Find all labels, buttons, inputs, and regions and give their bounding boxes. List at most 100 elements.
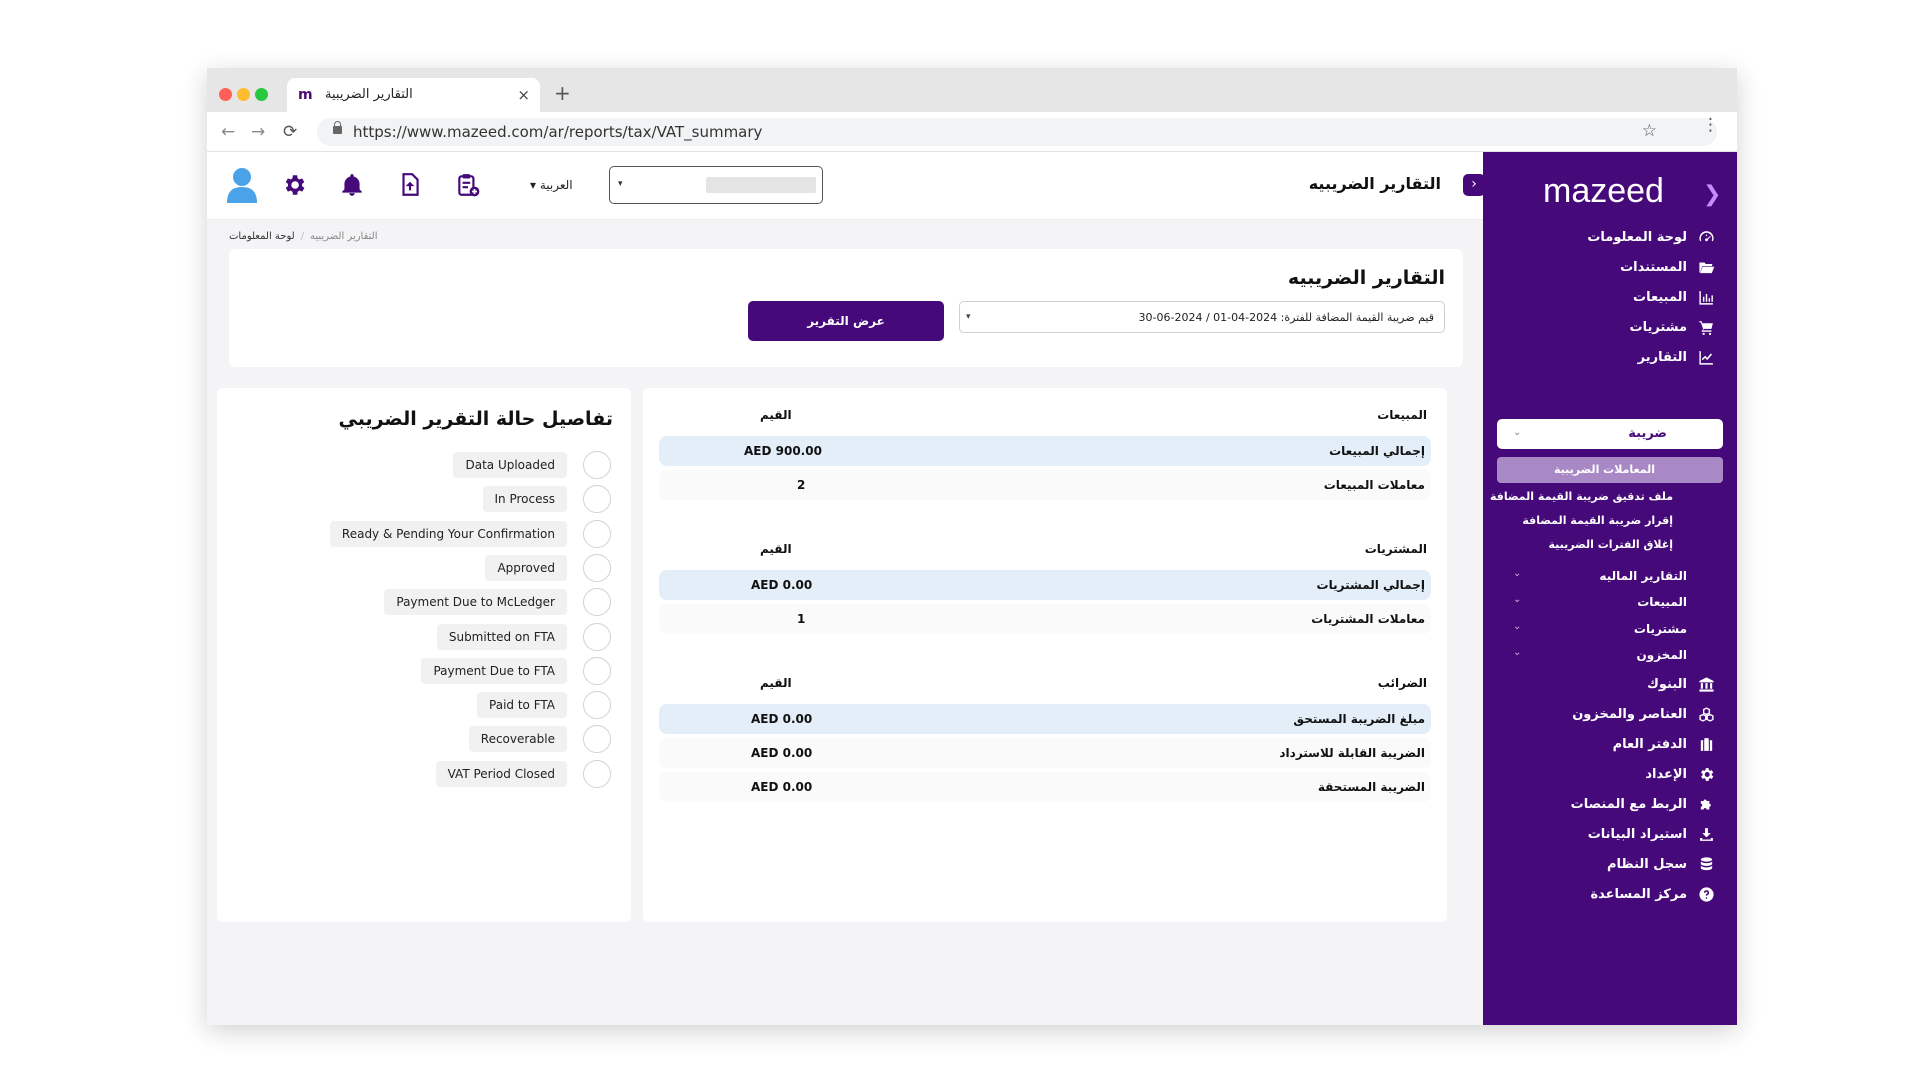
summary-row-value: AED 0.00 — [751, 780, 813, 794]
summary-row-label: إجمالي المشتريات — [1316, 578, 1425, 592]
sidebar-item-0[interactable]: لوحة المعلومات — [1587, 226, 1715, 248]
chevron-down-icon: ▾ — [966, 312, 971, 322]
sidebar-group-1[interactable]: ⌄ المبيعات — [1483, 592, 1737, 614]
sidebar-item-2[interactable]: المبيعات — [1633, 286, 1715, 308]
status-step: Payment Due to FTA — [251, 656, 611, 687]
back-icon[interactable]: ← — [221, 122, 235, 142]
sidebar-item-tax-transactions[interactable]: المعاملات الضريبية — [1497, 457, 1723, 483]
sidebar-group-2[interactable]: ⌄ مشتريات — [1483, 619, 1737, 641]
summary-row-label: مبلغ الضريبة المستحق — [1293, 712, 1425, 726]
summary-row-value: AED 900.00 — [744, 444, 822, 458]
chevron-down-icon: ⌄ — [1513, 647, 1522, 658]
sidebar-item-label: البنوك — [1646, 676, 1687, 692]
summary-row-label: الضريبة القابلة للاسترداد — [1279, 746, 1425, 760]
status-step-indicator — [583, 553, 611, 582]
breadcrumb: التقارير الضريبيه / لوحة المعلومات — [229, 231, 378, 242]
puzzle-icon — [1697, 795, 1715, 813]
sidebar-group-3[interactable]: ⌄ المخزون — [1483, 645, 1737, 667]
folder-icon — [1697, 258, 1715, 276]
summary-row-value: AED 0.00 — [751, 578, 813, 592]
values-heading: القيم — [760, 542, 792, 556]
status-step: Submitted on FTA — [251, 622, 611, 653]
line-chart-icon — [1697, 348, 1715, 366]
company-select[interactable]: ▾ — [609, 166, 823, 204]
sidebar-bottom-item-1[interactable]: العناصر والمخزون — [1572, 703, 1715, 725]
bookmark-star-icon[interactable]: ☆ — [1642, 121, 1657, 141]
forward-icon[interactable]: → — [251, 122, 265, 142]
tax-section-select[interactable]: ⌄ ضريبة — [1497, 419, 1723, 449]
sidebar-subitem-1[interactable]: إقرار ضريبة القيمة المضافة — [1522, 514, 1673, 527]
browser-tab[interactable]: m التقارير الضريبية × — [287, 78, 540, 112]
status-step-indicator — [583, 485, 611, 514]
sidebar-group-0[interactable]: ⌄ التقارير الماليه — [1483, 566, 1737, 588]
logo-chevron-icon: ❯ — [1703, 182, 1722, 207]
status-step-indicator — [583, 691, 611, 720]
summary-row: معاملات المبيعات 2 — [659, 470, 1431, 500]
breadcrumb-home-link[interactable]: لوحة المعلومات — [229, 231, 295, 242]
breadcrumb-separator: / — [300, 231, 305, 242]
summary-row: الضريبة المستحقة AED 0.00 — [659, 772, 1431, 802]
minimize-window-button[interactable] — [237, 88, 250, 101]
status-step: Paid to FTA — [251, 691, 611, 721]
values-heading: القيم — [760, 676, 792, 690]
sidebar-item-1[interactable]: المستندات — [1620, 256, 1715, 278]
summary-row: معاملات المشتريات 1 — [659, 604, 1431, 634]
status-step: Data Uploaded — [251, 451, 611, 481]
summary-row-value: AED 0.00 — [751, 746, 813, 760]
sidebar-bottom-item-4[interactable]: الربط مع المنصات — [1571, 793, 1715, 815]
user-avatar-icon[interactable] — [225, 166, 259, 204]
sidebar-bottom-item-3[interactable]: الإعداد — [1645, 763, 1715, 785]
notification-bell-icon[interactable] — [339, 172, 365, 198]
status-step-label: Data Uploaded — [453, 452, 567, 478]
browser-menu-icon[interactable]: ⋮ — [1702, 115, 1719, 135]
summary-row-label: الضريبة المستحقة — [1317, 780, 1425, 794]
status-step-label: Ready & Pending Your Confirmation — [329, 520, 567, 547]
summary-row: إجمالي المبيعات AED 900.00 — [659, 436, 1431, 466]
sidebar-item-3[interactable]: مشتريات — [1630, 316, 1716, 338]
chevron-down-icon: ⌄ — [1513, 427, 1522, 438]
url-field[interactable]: https://www.mazeed.com/ar/reports/tax/VA… — [317, 118, 1717, 146]
status-step-label: Payment Due to FTA — [421, 657, 567, 684]
summary-row-value: AED 0.00 — [751, 712, 813, 726]
browser-tabbar: m التقارير الضريبية × + — [207, 68, 1737, 112]
sidebar-subitem-0[interactable]: ملف تدقيق ضريبة القيمة المضافة — [1490, 490, 1673, 503]
summary-row-value: 1 — [797, 612, 806, 626]
sidebar-subitem-2[interactable]: إغلاق الفترات الضريبية — [1549, 538, 1673, 551]
status-step-label: In Process — [482, 486, 567, 513]
sidebar-bottom-item-6[interactable]: سجل النظام — [1607, 853, 1715, 875]
add-clipboard-icon[interactable] — [455, 172, 481, 198]
status-step-label: Approved — [485, 554, 567, 581]
new-tab-icon[interactable]: + — [554, 83, 571, 103]
sidebar-item-label: الإعداد — [1645, 766, 1687, 782]
sidebar-bottom-item-5[interactable]: استيراد البيانات — [1588, 823, 1715, 845]
sidebar-item-label: مشتريات — [1629, 319, 1688, 335]
sidebar-bottom-item-2[interactable]: الدفتر العام — [1613, 733, 1715, 755]
language-selector[interactable]: ▾ العربية — [530, 178, 573, 192]
sidebar-bottom-item-7[interactable]: مركز المساعدة — [1590, 883, 1715, 905]
sidebar-collapse-button[interactable]: › — [1463, 174, 1485, 196]
status-step: Approved — [251, 553, 611, 584]
sidebar-item-label: المعاملات الضريبية — [1553, 463, 1655, 476]
settings-gear-icon[interactable] — [281, 172, 307, 198]
close-window-button[interactable] — [219, 88, 232, 101]
sidebar-item-4[interactable]: التقارير — [1638, 346, 1715, 368]
sidebar-item-label: استيراد البيانات — [1587, 826, 1687, 842]
period-select[interactable]: قيم ضريبة القيمة المضافة للفترة: 2024-04… — [959, 301, 1445, 333]
tab-title: التقارير الضريبية — [325, 87, 413, 102]
sidebar-bottom-item-0[interactable]: البنوك — [1647, 673, 1715, 695]
company-name-redacted — [706, 177, 816, 193]
maximize-window-button[interactable] — [255, 88, 268, 101]
sidebar-item-label: لوحة المعلومات — [1587, 229, 1687, 245]
mazeed-logo[interactable]: mazeed — [1543, 172, 1664, 211]
reload-icon[interactable]: ⟳ — [283, 122, 297, 142]
status-step-indicator — [583, 725, 611, 754]
tab-close-icon[interactable]: × — [517, 86, 530, 104]
sidebar-item-label: مركز المساعدة — [1590, 886, 1687, 902]
show-report-button[interactable]: عرض التقرير — [748, 301, 944, 341]
values-heading: القيم — [760, 408, 792, 422]
upload-file-icon[interactable] — [397, 172, 423, 198]
status-step-label: VAT Period Closed — [435, 760, 567, 787]
status-step: Ready & Pending Your Confirmation — [251, 519, 611, 550]
page-header-title: التقارير الضريبيه — [1308, 174, 1441, 193]
report-filter-card: التقارير الضريبيه قيم ضريبة القيمة المضا… — [229, 249, 1463, 367]
